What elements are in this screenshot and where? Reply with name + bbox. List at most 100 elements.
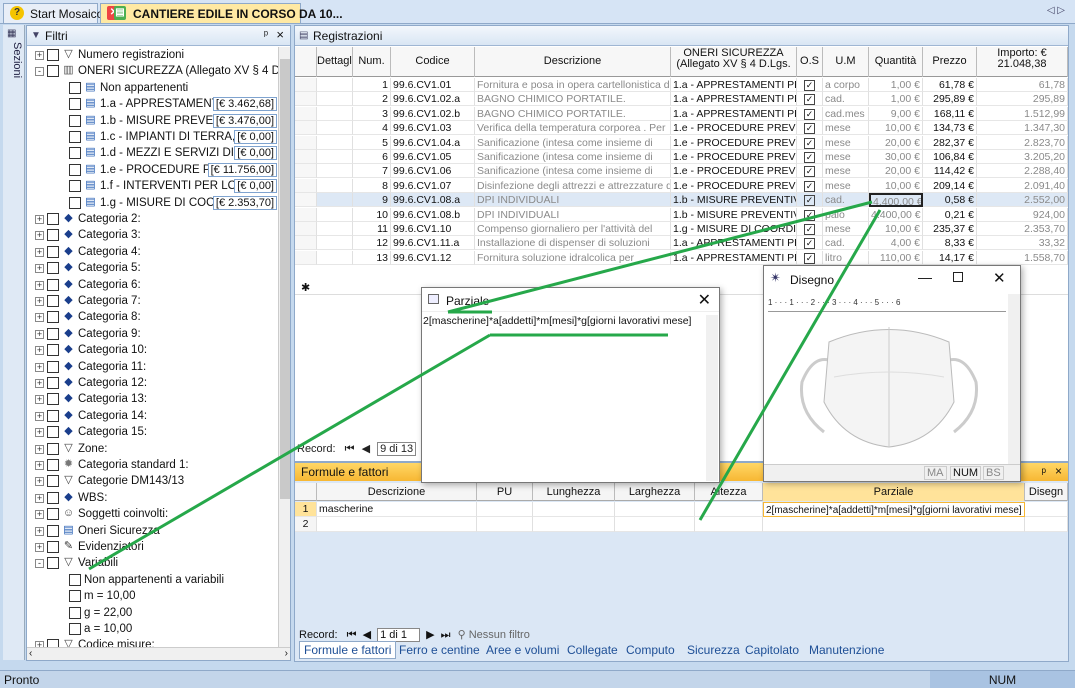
last-record-button[interactable]: ⏭ (441, 629, 451, 641)
tree-checkbox[interactable] (47, 327, 59, 340)
first-record-button[interactable]: ⏮ (345, 443, 355, 455)
numeric-cell[interactable] (533, 517, 615, 532)
expand-icon[interactable]: + (35, 543, 44, 552)
tab-start-mosaico[interactable]: ? Start Mosaico (3, 3, 103, 23)
tree-checkbox[interactable] (47, 262, 59, 275)
tree-checkbox[interactable] (69, 590, 81, 603)
expand-icon[interactable]: + (35, 264, 44, 274)
table-row[interactable]: 12 99.6.CV1.11.a Installazione di dispense… (295, 236, 1068, 251)
tree-checkbox[interactable] (47, 213, 59, 225)
bottom-tab[interactable]: Ferro e centine (399, 643, 480, 657)
expand-icon[interactable]: + (35, 411, 44, 421)
os-checkbox[interactable]: ✓ (804, 252, 815, 264)
record-position[interactable]: 9 di 13 (377, 442, 417, 456)
disegno-scrollbar[interactable] (1008, 294, 1020, 464)
expand-icon[interactable]: + (35, 444, 44, 454)
os-checkbox-cell[interactable]: ✓ (797, 135, 823, 150)
os-checkbox-cell[interactable]: ✓ (797, 207, 823, 222)
sezioni-label[interactable]: Sezioni (5, 42, 23, 78)
tree-node[interactable]: ▤ 1.g - MISURE DI COORDIN [€ 2.353,70] (27, 195, 279, 211)
table-cell[interactable]: 10,00 € (869, 222, 923, 236)
table-cell[interactable]: 30,00 € (869, 150, 923, 164)
tree-checkbox[interactable] (69, 114, 81, 127)
tree-node[interactable]: ▤ 1.c - IMPIANTI DI TERRA, DI PR [€ 0,00] (27, 129, 279, 145)
parziale-cell[interactable]: 2[mascherine]*a[addetti]*m[mesi]*g[giorn… (763, 502, 1025, 517)
expand-icon[interactable]: + (35, 526, 44, 536)
prev-record-button[interactable]: ◀ (362, 443, 370, 455)
minimize-icon[interactable]: — (918, 269, 932, 285)
tree-node[interactable]: ▤ 1.d - MEZZI E SERVIZI DI PROTE [€ 0,00] (27, 145, 279, 161)
tree-checkbox[interactable] (47, 278, 59, 291)
bottom-tab[interactable]: Capitolato (745, 643, 799, 657)
expand-icon[interactable]: + (35, 313, 44, 323)
close-icon[interactable]: × (276, 27, 284, 42)
row-header[interactable] (295, 250, 317, 265)
row-header[interactable] (295, 236, 317, 251)
column-header[interactable]: Descrizione (475, 47, 671, 77)
bottom-tab[interactable]: Manutenzione (809, 643, 884, 657)
expand-icon[interactable]: + (35, 346, 44, 356)
column-header[interactable]: ONERI SICUREZZA (Allegato XV § 4 D.Lgs. (671, 47, 797, 77)
tree-checkbox[interactable] (47, 295, 59, 307)
tree-node[interactable]: + ✎ Evidenziatori (27, 539, 279, 555)
expand-icon[interactable]: + (35, 510, 44, 520)
table-cell[interactable]: 4.400,00 € (869, 193, 923, 208)
expand-icon[interactable]: + (35, 247, 44, 257)
descrizione-cell[interactable] (317, 517, 477, 532)
tree-node[interactable]: ▤ 1.a - APPRESTAMENTI PRE [€ 3.462,68] (27, 96, 279, 112)
filter-status[interactable]: Nessun filtro (469, 629, 530, 641)
column-header[interactable]: Importo: € 21.048,38 (977, 47, 1068, 77)
numeric-cell[interactable] (695, 517, 763, 532)
tree-checkbox[interactable] (47, 311, 59, 324)
parziale-titlebar[interactable]: Parziale ✕ (422, 288, 719, 312)
tree-node[interactable]: + ◆ Categoria 15: (27, 424, 279, 440)
row-header[interactable] (295, 164, 317, 179)
row-header[interactable] (295, 78, 317, 92)
table-cell[interactable]: 4.400,00 € (869, 207, 923, 222)
os-checkbox-cell[interactable]: ✓ (797, 164, 823, 179)
tree-node[interactable]: + ◆ Categoria 3: (27, 227, 279, 243)
tree-checkbox[interactable] (47, 508, 59, 521)
tree-node[interactable]: + ◆ Categoria 8: (27, 309, 279, 325)
formule-column-header[interactable]: Altezza (695, 483, 763, 501)
row-header[interactable] (295, 222, 317, 236)
column-header[interactable]: U.M (823, 47, 869, 77)
tree-node[interactable]: + ◆ Categoria 11: (27, 359, 279, 375)
tree-checkbox[interactable] (47, 557, 59, 570)
numeric-cell[interactable] (695, 502, 763, 517)
os-checkbox[interactable]: ✓ (804, 152, 815, 163)
os-checkbox[interactable]: ✓ (804, 209, 815, 221)
tree-checkbox[interactable] (47, 491, 59, 504)
tree-checkbox[interactable] (69, 196, 81, 209)
column-header[interactable]: Num. (353, 47, 391, 77)
parziale-scrollbar[interactable] (706, 315, 718, 481)
tree-node[interactable]: + ▤ Oneri Sicurezza (27, 523, 279, 539)
expand-icon[interactable]: + (35, 428, 44, 438)
tree-checkbox[interactable] (69, 573, 81, 586)
bottom-tab[interactable]: Computo (626, 643, 675, 657)
row-header[interactable] (295, 150, 317, 164)
table-row[interactable]: 3 99.6.CV1.02.b BAGNO CHIMICO PORTATILE. 1.… (295, 106, 1068, 121)
row-header[interactable] (295, 106, 317, 121)
tree-checkbox[interactable] (47, 475, 59, 488)
table-row[interactable]: 8 99.6.CV1.07 Disinfezione degli attrezzi … (295, 178, 1068, 193)
scroll-thumb[interactable] (280, 59, 290, 499)
numeric-cell[interactable] (533, 502, 615, 517)
expand-icon[interactable]: + (35, 329, 44, 339)
bottom-tab[interactable]: Collegate (567, 643, 618, 657)
tree-node[interactable]: + ◆ Categoria 4: (27, 244, 279, 260)
os-checkbox[interactable]: ✓ (804, 123, 815, 135)
os-checkbox[interactable]: ✓ (804, 80, 815, 91)
os-checkbox-cell[interactable]: ✓ (797, 150, 823, 164)
tree-node[interactable]: + ◆ WBS: (27, 490, 279, 506)
table-row[interactable]: 4 99.6.CV1.03 Verifica della temperatura c… (295, 121, 1068, 136)
tree-checkbox[interactable] (69, 81, 81, 94)
numeric-cell[interactable] (615, 502, 695, 517)
table-row[interactable]: 2 99.6.CV1.02.a BAGNO CHIMICO PORTATILE. 1.… (295, 92, 1068, 107)
table-row[interactable]: 7 99.6.CV1.06 Sanificazione (intesa come i… (295, 164, 1068, 179)
column-header[interactable]: O.S (797, 47, 823, 77)
tree-checkbox[interactable] (47, 49, 59, 61)
os-checkbox-cell[interactable]: ✓ (797, 178, 823, 193)
close-icon[interactable]: ✕ (993, 269, 1006, 287)
row-header[interactable] (295, 178, 317, 193)
